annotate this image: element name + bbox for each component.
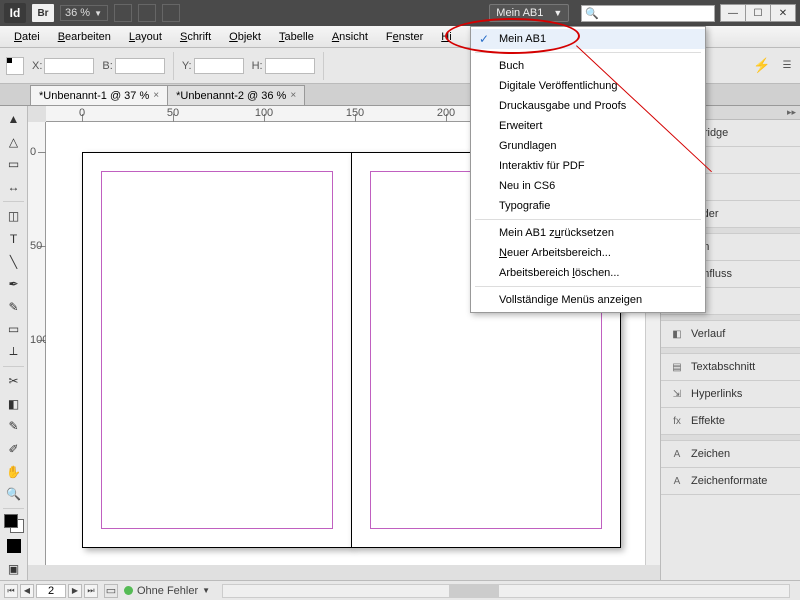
workspace-menu-item[interactable]: Neuer Arbeitsbereich... [471, 243, 705, 263]
tool-rect[interactable]: ▭ [2, 319, 26, 340]
workspace-menu-item[interactable]: Druckausgabe und Proofs [471, 96, 705, 116]
toolbox: ▲△▭↔◫T╲✒✎▭⟂✂◧✎✐✋🔍▣ [0, 106, 28, 580]
chevron-down-icon: ▼ [553, 8, 562, 18]
x-field[interactable] [44, 58, 94, 74]
ruler-vertical: 050100 [28, 122, 46, 565]
y-field[interactable] [194, 58, 244, 74]
maximize-button[interactable]: ☐ [745, 4, 771, 22]
tool-dsel[interactable]: △ [2, 132, 26, 153]
panel-menu-icon[interactable]: ☰ [780, 56, 794, 76]
preflight-status[interactable]: Ohne Fehler ▼ [124, 585, 210, 597]
view-mode-icon[interactable]: ▣ [2, 558, 26, 579]
close-tab-icon[interactable]: × [290, 90, 296, 101]
arrange-docs-icon[interactable] [162, 4, 180, 22]
swatch-fill-stroke[interactable] [4, 514, 24, 533]
tool-hand[interactable]: ✋ [2, 461, 26, 482]
menu-ansicht[interactable]: Ansicht [324, 29, 376, 45]
app-bar: Id Br 36 %▼ Mein AB1▼ 🔍 — ☐ ✕ [0, 0, 800, 26]
workspace-menu-item[interactable]: ✓Mein AB1 [471, 29, 705, 49]
workspace-menu-item[interactable]: Erweitert [471, 116, 705, 136]
panel-icon: ⇲ [669, 387, 685, 401]
menu-fenster[interactable]: Fenster [378, 29, 431, 45]
zoom-dropdown[interactable]: 36 %▼ [60, 5, 108, 21]
reference-point-icon[interactable] [6, 57, 24, 75]
workspace-menu-item[interactable]: Vollständige Menüs anzeigen [471, 290, 705, 310]
tool-pencil[interactable]: ✎ [2, 296, 26, 317]
document-tab[interactable]: *Unbenannt-2 @ 36 %× [167, 85, 305, 105]
tool-fill[interactable]: ◫ [2, 206, 26, 227]
minimize-button[interactable]: — [720, 4, 746, 22]
panel-icon: A [669, 447, 685, 461]
first-page-icon[interactable]: ⏮ [4, 584, 18, 598]
tool-note[interactable]: ✎ [2, 416, 26, 437]
panel-icon: fx [669, 414, 685, 428]
screen-mode-icon[interactable] [138, 4, 156, 22]
panel-icon: A [669, 474, 685, 488]
menu-datei[interactable]: Datei [6, 29, 48, 45]
help-search-input[interactable] [601, 7, 711, 19]
panel-zeichen[interactable]: AZeichen [661, 441, 800, 468]
workspace-menu-item[interactable]: Arbeitsbereich löschen... [471, 263, 705, 283]
tool-page[interactable]: ▭ [2, 154, 26, 175]
search-icon: 🔍 [585, 7, 599, 20]
tool-grad[interactable]: ◧ [2, 394, 26, 415]
help-search[interactable]: 🔍 [581, 5, 715, 22]
page-field[interactable] [36, 584, 66, 598]
tool-pen[interactable]: ✒ [2, 274, 26, 295]
tool-sel[interactable]: ▲ [2, 109, 26, 130]
page-navigator[interactable]: ⏮ ◀ ▶ ⏭ [4, 584, 98, 598]
workspace-menu-item[interactable]: Mein AB1 zurücksetzen [471, 223, 705, 243]
panel-verlauf[interactable]: ◧Verlauf [661, 321, 800, 348]
open-icon[interactable]: ▭ [104, 584, 118, 598]
prev-page-icon[interactable]: ◀ [20, 584, 34, 598]
tool-eyedrop[interactable]: ✐ [2, 439, 26, 460]
tool-scissors[interactable]: ✂ [2, 371, 26, 392]
app-logo-bridge[interactable]: Br [32, 4, 54, 22]
tool-line[interactable]: ╲ [2, 251, 26, 272]
last-page-icon[interactable]: ⏭ [84, 584, 98, 598]
app-logo-indesign: Id [4, 3, 26, 23]
w-field[interactable] [115, 58, 165, 74]
scrollbar-horizontal[interactable] [222, 584, 790, 598]
margin-guide [101, 171, 333, 529]
tool-gap[interactable]: ↔ [2, 177, 26, 198]
panel-zeichenformate[interactable]: AZeichenformate [661, 468, 800, 495]
tool-zoom[interactable]: 🔍 [2, 484, 26, 505]
close-button[interactable]: ✕ [770, 4, 796, 22]
panel-textabschnitt[interactable]: ▤Textabschnitt [661, 354, 800, 381]
workspace-menu-item[interactable]: Interaktiv für PDF [471, 156, 705, 176]
check-icon: ✓ [479, 32, 489, 46]
workspace-menu-item[interactable]: Grundlagen [471, 136, 705, 156]
panel-effekte[interactable]: fxEffekte [661, 408, 800, 435]
status-ok-icon [124, 586, 133, 595]
menu-objekt[interactable]: Objekt [221, 29, 269, 45]
workspace-menu: ✓Mein AB1 BuchDigitale VeröffentlichungDr… [470, 26, 706, 313]
panel-icon: ▤ [669, 360, 685, 374]
workspace-menu-item[interactable]: Typografie [471, 196, 705, 216]
apply-color-icon[interactable] [2, 536, 26, 557]
h-field[interactable] [265, 58, 315, 74]
next-page-icon[interactable]: ▶ [68, 584, 82, 598]
window-controls: — ☐ ✕ [721, 4, 796, 22]
menu-hi[interactable]: Hi [433, 29, 459, 45]
menu-schrift[interactable]: Schrift [172, 29, 219, 45]
tool-type[interactable]: T [2, 229, 26, 250]
workspace-menu-item[interactable]: Neu in CS6 [471, 176, 705, 196]
workspace-switcher-button[interactable]: Mein AB1▼ [489, 4, 569, 22]
menu-layout[interactable]: Layout [121, 29, 170, 45]
menu-tabelle[interactable]: Tabelle [271, 29, 322, 45]
panel-hyperlinks[interactable]: ⇲Hyperlinks [661, 381, 800, 408]
view-options-icon[interactable] [114, 4, 132, 22]
workspace-menu-item[interactable]: Buch [471, 56, 705, 76]
page-left[interactable] [82, 152, 352, 548]
document-tab[interactable]: *Unbenannt-1 @ 37 %× [30, 85, 168, 105]
status-bar: ⏮ ◀ ▶ ⏭ ▭ Ohne Fehler ▼ [0, 580, 800, 600]
quick-apply-icon[interactable]: ⚡ [752, 56, 772, 76]
close-tab-icon[interactable]: × [153, 90, 159, 101]
workspace-menu-item[interactable]: Digitale Veröffentlichung [471, 76, 705, 96]
panel-icon: ◧ [669, 327, 685, 341]
tool-shear[interactable]: ⟂ [2, 342, 26, 363]
menu-bearbeiten[interactable]: Bearbeiten [50, 29, 119, 45]
